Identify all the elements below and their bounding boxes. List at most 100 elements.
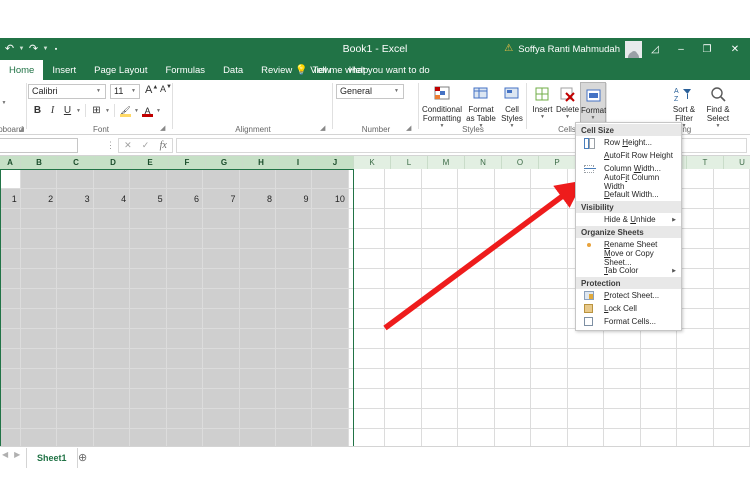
cell-P4[interactable] — [531, 229, 568, 249]
cell-E4[interactable] — [130, 229, 167, 249]
cell-K10[interactable] — [348, 349, 386, 369]
menu-item-autofit-column-width[interactable]: AutoFit Column Width — [576, 173, 681, 191]
cell-P2[interactable] — [531, 189, 568, 209]
cell-E1[interactable] — [130, 169, 167, 189]
cell-E13[interactable] — [130, 409, 167, 429]
column-header-k[interactable]: K — [354, 156, 391, 169]
menu-item-lock-cell[interactable]: Lock Cell — [576, 302, 681, 315]
cell-T6[interactable] — [677, 269, 714, 289]
cell-R9[interactable] — [604, 329, 641, 349]
cell-T14[interactable] — [677, 429, 714, 446]
cell-G1[interactable] — [203, 169, 240, 189]
cell-R14[interactable] — [604, 429, 641, 446]
cell-P6[interactable] — [531, 269, 568, 289]
cell-B7[interactable] — [20, 289, 58, 309]
table-row[interactable] — [0, 409, 750, 429]
cell-E7[interactable] — [130, 289, 167, 309]
cell-I2[interactable]: 9 — [276, 189, 313, 209]
cell-M1[interactable] — [421, 169, 459, 189]
cell-U7[interactable] — [713, 289, 750, 309]
cell-H4[interactable] — [239, 229, 276, 249]
cell-styles-button[interactable]: Cell Styles ▼ — [498, 82, 526, 132]
column-header-p[interactable]: P — [539, 156, 576, 169]
cell-L5[interactable] — [385, 249, 422, 269]
column-header-h[interactable]: H — [243, 156, 280, 169]
cell-M8[interactable] — [421, 309, 459, 329]
cell-F11[interactable] — [166, 369, 204, 389]
restore-button[interactable]: ❐ — [694, 38, 720, 60]
cell-A1[interactable] — [0, 169, 21, 189]
cell-G5[interactable] — [203, 249, 240, 269]
cell-B9[interactable] — [20, 329, 58, 349]
cell-P12[interactable] — [531, 389, 568, 409]
next-sheet-icon[interactable]: ▶ — [14, 450, 20, 459]
cell-U1[interactable] — [713, 169, 750, 189]
cell-C13[interactable] — [57, 409, 94, 429]
cell-L6[interactable] — [385, 269, 422, 289]
cell-B13[interactable] — [20, 409, 58, 429]
cell-C10[interactable] — [57, 349, 94, 369]
cell-T12[interactable] — [677, 389, 714, 409]
cell-C3[interactable] — [57, 209, 94, 229]
cell-A11[interactable] — [0, 369, 21, 389]
cell-J6[interactable] — [312, 269, 349, 289]
cancel-entry-button[interactable]: ✕ — [119, 139, 137, 152]
cut-icon[interactable]: ✂ — [0, 82, 7, 95]
format-painter-icon[interactable]: 🖌 — [0, 110, 7, 123]
cell-N1[interactable] — [458, 169, 495, 189]
number-dialog-launcher[interactable]: ◢ — [406, 124, 411, 132]
cell-G8[interactable] — [203, 309, 240, 329]
format-caret-icon[interactable]: ▼ — [591, 115, 596, 121]
cell-A4[interactable] — [0, 229, 21, 249]
name-box[interactable] — [0, 138, 78, 153]
cell-K13[interactable] — [348, 409, 386, 429]
cell-P1[interactable] — [531, 169, 568, 189]
cell-O14[interactable] — [494, 429, 532, 446]
cell-A8[interactable] — [0, 309, 21, 329]
cell-F7[interactable] — [166, 289, 204, 309]
underline-button[interactable]: U — [60, 103, 75, 118]
cell-P9[interactable] — [531, 329, 568, 349]
cell-E6[interactable] — [130, 269, 167, 289]
cell-H14[interactable] — [239, 429, 276, 446]
cell-M9[interactable] — [421, 329, 459, 349]
cell-M14[interactable] — [421, 429, 459, 446]
menu-item-row-height[interactable]: Row Height... — [576, 136, 681, 149]
cell-D11[interactable] — [93, 369, 131, 389]
cell-T9[interactable] — [677, 329, 714, 349]
insert-caret-icon[interactable]: ▼ — [540, 114, 545, 120]
cell-L11[interactable] — [385, 369, 422, 389]
cell-T7[interactable] — [677, 289, 714, 309]
cell-G4[interactable] — [203, 229, 240, 249]
cell-N3[interactable] — [458, 209, 495, 229]
cell-S10[interactable] — [640, 349, 678, 369]
cell-C14[interactable] — [57, 429, 94, 446]
cell-G11[interactable] — [203, 369, 240, 389]
find-select-caret-icon[interactable]: ▼ — [716, 123, 721, 129]
cell-J7[interactable] — [312, 289, 349, 309]
cell-F2[interactable]: 6 — [166, 189, 204, 209]
cell-D13[interactable] — [93, 409, 131, 429]
cell-O4[interactable] — [494, 229, 532, 249]
cell-S14[interactable] — [640, 429, 678, 446]
cell-J12[interactable] — [312, 389, 349, 409]
column-header-c[interactable]: C — [58, 156, 95, 169]
cell-L10[interactable] — [385, 349, 422, 369]
cell-H9[interactable] — [239, 329, 276, 349]
cell-B2[interactable]: 2 — [20, 189, 58, 209]
cell-J4[interactable] — [312, 229, 349, 249]
decrease-font-size-button[interactable]: A▼ — [160, 84, 172, 94]
cell-C8[interactable] — [57, 309, 94, 329]
cell-G7[interactable] — [203, 289, 240, 309]
cell-I6[interactable] — [276, 269, 313, 289]
cell-T10[interactable] — [677, 349, 714, 369]
fill-color-button[interactable]: 🖌 — [118, 103, 133, 118]
cell-L14[interactable] — [385, 429, 422, 446]
cell-H1[interactable] — [239, 169, 276, 189]
cell-C6[interactable] — [57, 269, 94, 289]
cell-F12[interactable] — [166, 389, 204, 409]
cell-B3[interactable] — [20, 209, 58, 229]
cell-T8[interactable] — [677, 309, 714, 329]
cell-F1[interactable] — [166, 169, 204, 189]
cell-D1[interactable] — [93, 169, 131, 189]
